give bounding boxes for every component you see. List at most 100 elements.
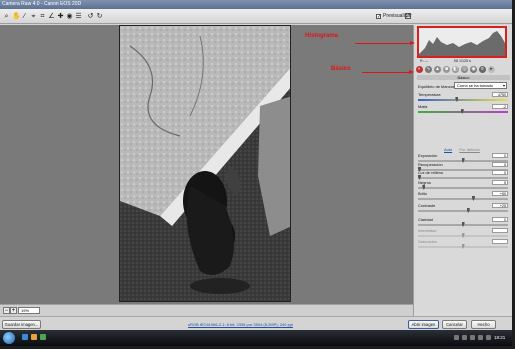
slider-value-field[interactable]	[492, 239, 508, 244]
rotate-left-icon[interactable]: ↺	[87, 12, 94, 21]
slider-value-field[interactable]: 0	[492, 217, 508, 222]
tab-lens-icon[interactable]: ◎	[461, 66, 468, 73]
fullscreen-icon[interactable]: ⤢	[405, 13, 411, 19]
annotation-arrow-histogram	[355, 41, 415, 45]
toolbar: ⌕ ✋ ⁄ ⌖ ⌗ ∠ ✚ ◉ ☰ ↺ ↻ ✓ Previsualizar ⤢	[0, 9, 512, 24]
cancel-button[interactable]: Cancelar	[442, 320, 467, 329]
adjustments-panel: R: --- f/8 1/125 s ◐ ∿ ▲ ■ ◧ ◎ ◉ ≡ ▸ Bás…	[413, 25, 512, 316]
slider-thumb[interactable]	[461, 233, 465, 238]
slider-thumb[interactable]	[461, 244, 465, 249]
histogram	[417, 26, 507, 58]
section-title: Básico	[417, 75, 510, 80]
default-link[interactable]: Por defecto	[459, 147, 479, 152]
slider-label: Intensidad	[418, 228, 437, 233]
done-button[interactable]: Hecho	[471, 320, 496, 329]
readout-exposure: f/8 1/125 s	[454, 59, 471, 63]
tray-volume-icon[interactable]	[462, 335, 467, 340]
slider-thumb[interactable]	[461, 222, 465, 227]
taskbar-app-icon[interactable]	[31, 334, 37, 340]
start-button-icon[interactable]	[3, 332, 15, 344]
tab-camera-calibration-icon[interactable]: ◉	[470, 66, 477, 73]
tab-tone-curve-icon[interactable]: ∿	[425, 66, 432, 73]
rotate-right-icon[interactable]: ↻	[96, 12, 103, 21]
taskbar-app-icon[interactable]	[22, 334, 28, 340]
tab-detail-icon[interactable]: ▲	[434, 66, 441, 73]
tab-hsl-icon[interactable]: ■	[443, 66, 450, 73]
window-title: Camera Raw 4.0 - Canon EOS 20D	[2, 1, 82, 7]
straighten-icon[interactable]: ∠	[48, 12, 55, 21]
slider-label: Matiz	[418, 104, 428, 109]
retouch-icon[interactable]: ✚	[57, 12, 64, 21]
slider-track[interactable]	[418, 244, 508, 249]
hand-icon[interactable]: ✋	[12, 12, 21, 21]
slider-track[interactable]	[418, 97, 508, 102]
slider-label: Recuperación	[418, 162, 443, 167]
workflow-options-link[interactable]: sRGB IEC61966-2.1; 8 bit; 2336 por 3504 …	[188, 322, 293, 327]
slider-thumb[interactable]	[466, 208, 470, 213]
slider-label: Brillo	[418, 191, 427, 196]
auto-link[interactable]: Auto	[444, 147, 452, 152]
auto-default-links: Auto Por defecto	[444, 147, 486, 152]
slider-track[interactable]	[418, 222, 508, 227]
bottom-bar: Guardar imagen... sRGB IEC61966-2.1; 8 b…	[0, 316, 512, 330]
slider-thumb[interactable]	[461, 158, 465, 163]
tray-app-icon[interactable]	[470, 335, 475, 340]
slider-thumb[interactable]	[471, 196, 475, 201]
tray-app-icon[interactable]	[486, 335, 491, 340]
red-eye-icon[interactable]: ◉	[66, 12, 73, 21]
white-balance-icon[interactable]: ⁄	[21, 12, 28, 21]
camera-raw-window: Camera Raw 4.0 - Canon EOS 20D ⌕ ✋ ⁄ ⌖ ⌗…	[0, 0, 515, 349]
tab-basic-icon[interactable]: ◐	[416, 66, 423, 73]
taskbar-app-icon[interactable]	[40, 334, 46, 340]
white-balance-label: Equilibrio de blancos:	[418, 84, 457, 89]
slider-label: Claridad	[418, 217, 433, 222]
tab-split-toning-icon[interactable]: ◧	[452, 66, 459, 73]
slider-value-field[interactable]: +50	[492, 191, 508, 196]
taskbar-clock: 18:21	[494, 335, 506, 340]
zoom-out-icon[interactable]: −	[3, 307, 10, 314]
zoom-in-icon[interactable]: +	[10, 307, 17, 314]
tab-menu-icon[interactable]: ▸	[488, 66, 495, 73]
zoom-bar: − + 19%	[0, 304, 413, 316]
tray-app-icon[interactable]	[478, 335, 483, 340]
slider-track[interactable]	[418, 208, 508, 213]
image-canvas[interactable]: _MG_8711.CR2	[0, 25, 413, 309]
slider-value-field[interactable]: 0	[492, 162, 508, 167]
tray-network-icon[interactable]	[454, 335, 459, 340]
annotation-basic: Básico	[331, 66, 351, 72]
slider-value-field[interactable]	[492, 228, 508, 233]
preferences-icon[interactable]: ☰	[75, 12, 82, 21]
slider-value-field[interactable]: 0	[492, 170, 508, 175]
tab-presets-icon[interactable]: ≡	[479, 66, 486, 73]
slider-thumb[interactable]	[460, 109, 464, 114]
white-balance-select[interactable]: Como se ha tomado	[454, 82, 507, 89]
slider-label: Exposición	[418, 153, 438, 158]
slider-value-field[interactable]: +25	[492, 203, 508, 208]
slider-track[interactable]	[418, 233, 508, 238]
slider-label: Negros	[418, 180, 431, 185]
slider-thumb[interactable]	[422, 185, 426, 190]
open-image-button[interactable]: Abrir imagen	[408, 320, 439, 329]
crop-icon[interactable]: ⌗	[39, 12, 46, 21]
rgb-readout: R: ---	[420, 59, 428, 64]
slider-track[interactable]	[418, 185, 508, 190]
slider-track[interactable]	[418, 175, 508, 180]
annotation-histogram: Histograma	[305, 33, 339, 39]
slider-value-field[interactable]: 4750	[492, 92, 508, 97]
slider-value-field[interactable]: 5	[492, 180, 508, 185]
slider-value-field[interactable]: -2	[492, 104, 508, 109]
color-sampler-icon[interactable]: ⌖	[30, 12, 37, 21]
slider-label: Temperatura	[418, 92, 441, 97]
zoom-select[interactable]: 19%	[18, 307, 40, 314]
slider-track[interactable]	[418, 196, 508, 201]
slider-value-field[interactable]: 0	[492, 153, 508, 158]
title-bar: Camera Raw 4.0 - Canon EOS 20D	[0, 0, 512, 9]
histogram-graph	[419, 31, 505, 56]
slider-track[interactable]	[418, 109, 508, 114]
windows-taskbar: 18:21	[0, 330, 512, 346]
save-image-button[interactable]: Guardar imagen...	[2, 320, 41, 329]
preview-checkbox[interactable]: ✓	[376, 14, 381, 20]
readout-r: R: ---	[420, 59, 429, 63]
slider-thumb[interactable]	[455, 97, 459, 102]
zoom-icon[interactable]: ⌕	[3, 12, 10, 21]
